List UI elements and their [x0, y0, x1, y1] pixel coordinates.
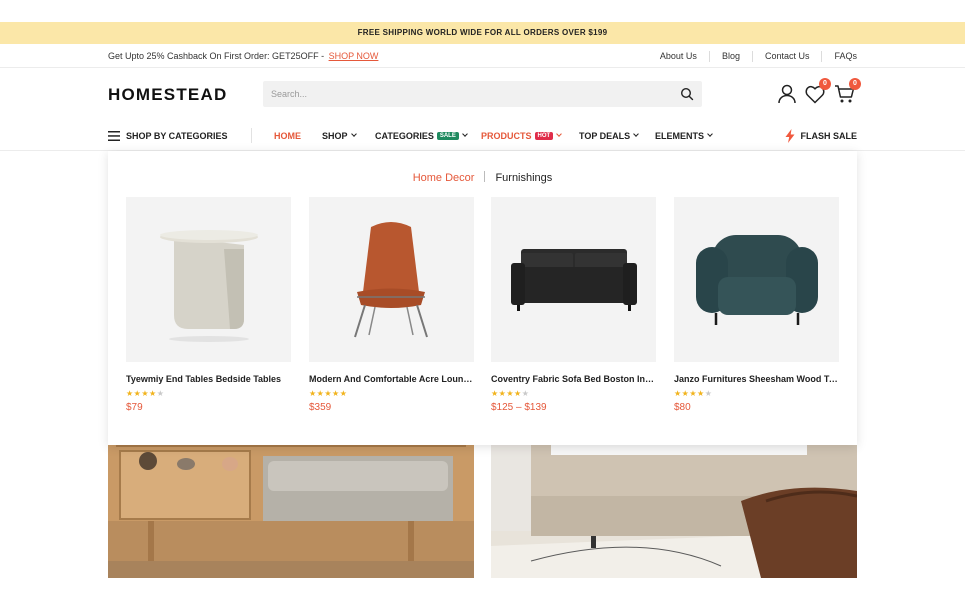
nav-item-label: HOME — [274, 130, 301, 141]
mega-menu-tabs: Home Decor Furnishings — [108, 171, 857, 184]
product-price: $359 — [309, 402, 332, 413]
nav-item-label: ELEMENTS — [655, 130, 705, 141]
product-card[interactable]: Coventry Fabric Sofa Bed Boston Interior… — [491, 197, 656, 413]
product-price: $80 — [674, 402, 691, 413]
nav-item-products[interactable]: PRODUCTS HOT — [481, 120, 563, 151]
hamburger-icon — [108, 130, 120, 141]
top-links: About Us Blog Contact Us FAQs — [648, 44, 857, 68]
nav-item-shop[interactable]: SHOP — [322, 120, 357, 151]
header-icons: 0 0 — [775, 78, 861, 106]
shop-by-categories-button[interactable]: SHOP BY CATEGORIES — [108, 120, 228, 151]
faqs-link[interactable]: FAQs — [821, 50, 857, 62]
nav-item-label: CATEGORIES — [375, 130, 434, 141]
product-rating: ★★★★★ — [126, 389, 165, 398]
products-mega-menu: Home Decor Furnishings Tyewmiy End Tables… — [108, 151, 857, 445]
nav-item-home[interactable]: HOME — [274, 120, 301, 151]
sale-tag: SALE — [436, 131, 459, 140]
logo[interactable]: HOMESTEAD — [108, 85, 227, 105]
wishlist-count-badge: 0 — [819, 78, 831, 90]
chevron-down-icon — [556, 131, 563, 137]
product-name[interactable]: Janzo Furnitures Sheesham Wood Two Seate… — [674, 374, 839, 384]
product-price: $125 – $139 — [491, 402, 547, 413]
nav-item-label: TOP DEALS — [579, 130, 631, 141]
tab-furnishings[interactable]: Furnishings — [495, 172, 552, 184]
product-image[interactable] — [126, 197, 291, 362]
promo-message: Get Upto 25% Cashback On First Order: GE… — [108, 51, 327, 61]
promo-text: Get Upto 25% Cashback On First Order: GE… — [108, 44, 378, 68]
product-name[interactable]: Modern And Comfortable Acre Lounge Chair — [309, 374, 474, 384]
cart-button[interactable]: 0 — [833, 78, 861, 106]
nav-item-label: PRODUCTS — [481, 130, 532, 141]
nav-item-elements[interactable]: ELEMENTS — [655, 120, 713, 151]
cart-count-badge: 0 — [849, 78, 861, 90]
wishlist-button[interactable]: 0 — [803, 78, 831, 106]
search-icon[interactable] — [680, 87, 694, 101]
shop-now-link[interactable]: SHOP NOW — [329, 51, 379, 61]
user-icon[interactable] — [775, 82, 799, 106]
product-price: $79 — [126, 402, 143, 413]
contact-us-link[interactable]: Contact Us — [751, 50, 822, 62]
tab-home-decor[interactable]: Home Decor — [413, 172, 475, 184]
search-bar — [263, 81, 702, 107]
categories-button-label: SHOP BY CATEGORIES — [126, 130, 228, 141]
top-bar: Get Upto 25% Cashback On First Order: GE… — [0, 44, 965, 68]
product-image[interactable] — [674, 197, 839, 362]
blog-link[interactable]: Blog — [708, 50, 752, 62]
armchair-image — [674, 197, 839, 362]
nav-item-top-deals[interactable]: TOP DEALS — [579, 120, 640, 151]
nav-divider — [251, 128, 252, 143]
about-us-link[interactable]: About Us — [648, 51, 709, 62]
header: HOMESTEAD 0 0 — [0, 68, 965, 120]
product-rating: ★★★★★ — [674, 389, 713, 398]
product-name[interactable]: Coventry Fabric Sofa Bed Boston Interior… — [491, 374, 656, 384]
chevron-down-icon — [462, 131, 468, 137]
product-card[interactable]: Modern And Comfortable Acre Lounge Chair… — [309, 197, 474, 413]
tab-divider — [484, 171, 486, 182]
search-input[interactable] — [263, 81, 663, 107]
announcement-bar: FREE SHIPPING WORLD WIDE FOR ALL ORDERS … — [0, 22, 965, 44]
lightning-icon — [785, 128, 795, 143]
nav-item-categories[interactable]: CATEGORIES SALE — [375, 120, 468, 151]
sofa-bed-image — [491, 197, 656, 362]
flash-sale-label: FLASH SALE — [800, 130, 857, 141]
main-nav: SHOP BY CATEGORIES HOME SHOP CATEGORIES S… — [0, 120, 965, 151]
product-card[interactable]: Janzo Furnitures Sheesham Wood Two Seate… — [674, 197, 839, 413]
flash-sale-link[interactable]: FLASH SALE — [785, 120, 857, 151]
nav-item-label: SHOP — [322, 130, 348, 141]
product-rating: ★★★★★ — [491, 389, 530, 398]
chevron-down-icon — [633, 131, 640, 137]
hot-tag: HOT — [534, 131, 554, 140]
product-rating: ★★★★★ — [309, 389, 348, 398]
product-card[interactable]: Tyewmiy End Tables Bedside Tables ★★★★★ … — [126, 197, 291, 413]
product-image[interactable] — [491, 197, 656, 362]
chevron-down-icon — [707, 131, 713, 137]
end-table-image — [126, 197, 291, 362]
lounge-chair-image — [309, 197, 474, 362]
product-name[interactable]: Tyewmiy End Tables Bedside Tables — [126, 374, 291, 384]
product-image[interactable] — [309, 197, 474, 362]
chevron-down-icon — [350, 131, 357, 137]
